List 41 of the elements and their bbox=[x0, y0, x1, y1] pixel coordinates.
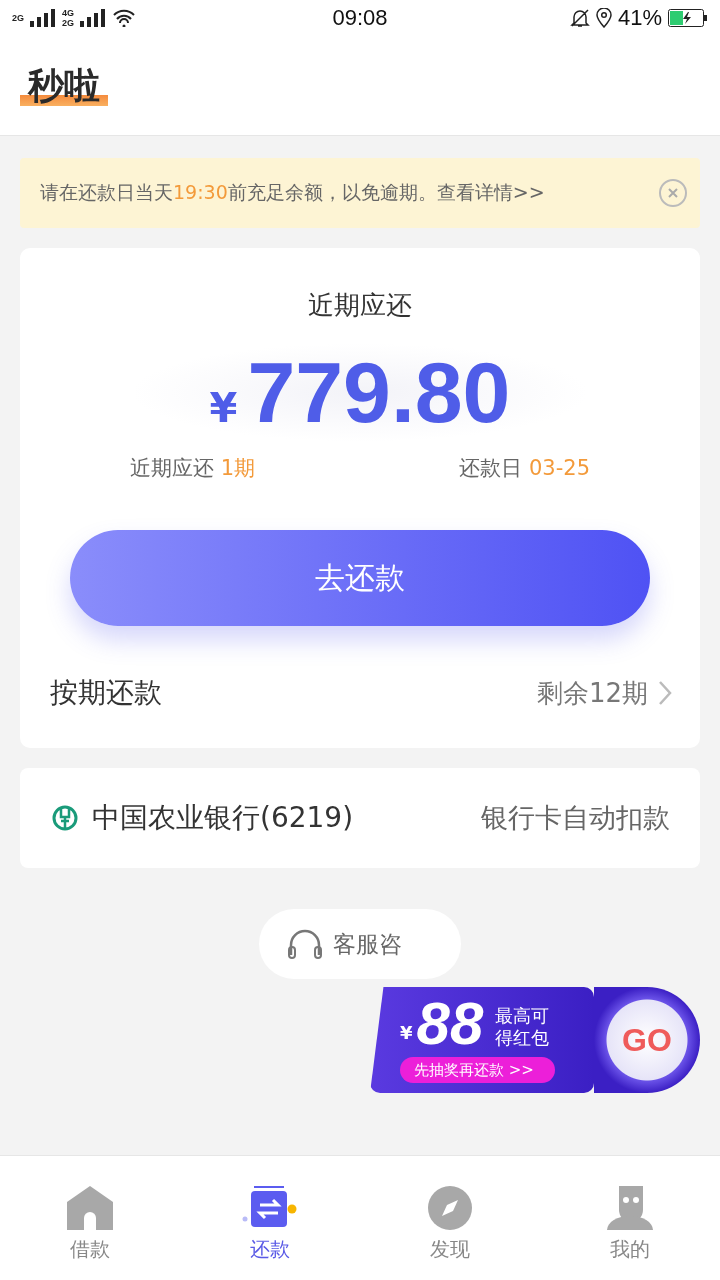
repay-button[interactable]: 去还款 bbox=[70, 530, 650, 626]
promo-amount: 88 bbox=[416, 995, 484, 1053]
promo-currency: ¥ bbox=[400, 1022, 413, 1043]
payment-method: 银行卡自动扣款 bbox=[481, 801, 670, 835]
compass-icon bbox=[428, 1186, 472, 1230]
signal-icon bbox=[80, 9, 107, 27]
summary-text: 还款日 03-25 bbox=[459, 455, 590, 482]
network-label: 4G 2G bbox=[62, 8, 75, 28]
battery-icon bbox=[668, 9, 708, 27]
summary-text: 近期应还 1期 bbox=[130, 455, 256, 482]
chevron-right-icon[interactable] bbox=[658, 680, 672, 706]
headset-icon bbox=[287, 929, 323, 959]
signal-icon bbox=[30, 9, 56, 27]
home-icon bbox=[67, 1186, 113, 1230]
muted-bell-icon bbox=[569, 8, 590, 28]
network-label: 2G bbox=[12, 13, 24, 23]
close-icon[interactable] bbox=[658, 178, 688, 208]
nav-tab[interactable]: 借款 bbox=[0, 1156, 180, 1280]
bank-card[interactable]: 中国农业银行(6219) 银行卡自动扣款 bbox=[20, 768, 700, 868]
nav-tab[interactable]: 我的 bbox=[540, 1156, 720, 1280]
currency-symbol: ¥ bbox=[209, 385, 238, 431]
notice-text: 请在还款日当天19:30前充足余额，以免逾期。查看详情>> bbox=[40, 180, 545, 205]
bank-name: 中国农业银行(6219) bbox=[92, 800, 354, 836]
plan-remaining[interactable]: 剩余12期 bbox=[536, 675, 648, 711]
app-logo: 秒啦 bbox=[20, 65, 108, 106]
go-button[interactable]: GO bbox=[594, 987, 700, 1093]
support-button[interactable]: 客服咨 bbox=[259, 909, 461, 979]
nav-tab[interactable]: 还款 bbox=[180, 1156, 360, 1280]
amount-due: 779.80 bbox=[247, 343, 511, 442]
bank-logo-icon bbox=[52, 805, 78, 831]
plan-label: 按期还款 bbox=[50, 675, 162, 711]
nav-tab[interactable]: 发现 bbox=[360, 1156, 540, 1280]
profile-icon bbox=[607, 1186, 653, 1230]
card-title: 近期应还 bbox=[308, 289, 412, 322]
wifi-icon bbox=[112, 9, 137, 27]
promo-caption: 最高可 得红包 bbox=[495, 1005, 551, 1049]
location-icon bbox=[595, 8, 612, 28]
battery-percent: 41% bbox=[617, 5, 662, 31]
support-label: 客服咨 bbox=[333, 929, 402, 959]
status-time: 09:08 bbox=[332, 5, 388, 31]
lottery-button[interactable]: 先抽奖再还款 >> bbox=[400, 1057, 556, 1083]
